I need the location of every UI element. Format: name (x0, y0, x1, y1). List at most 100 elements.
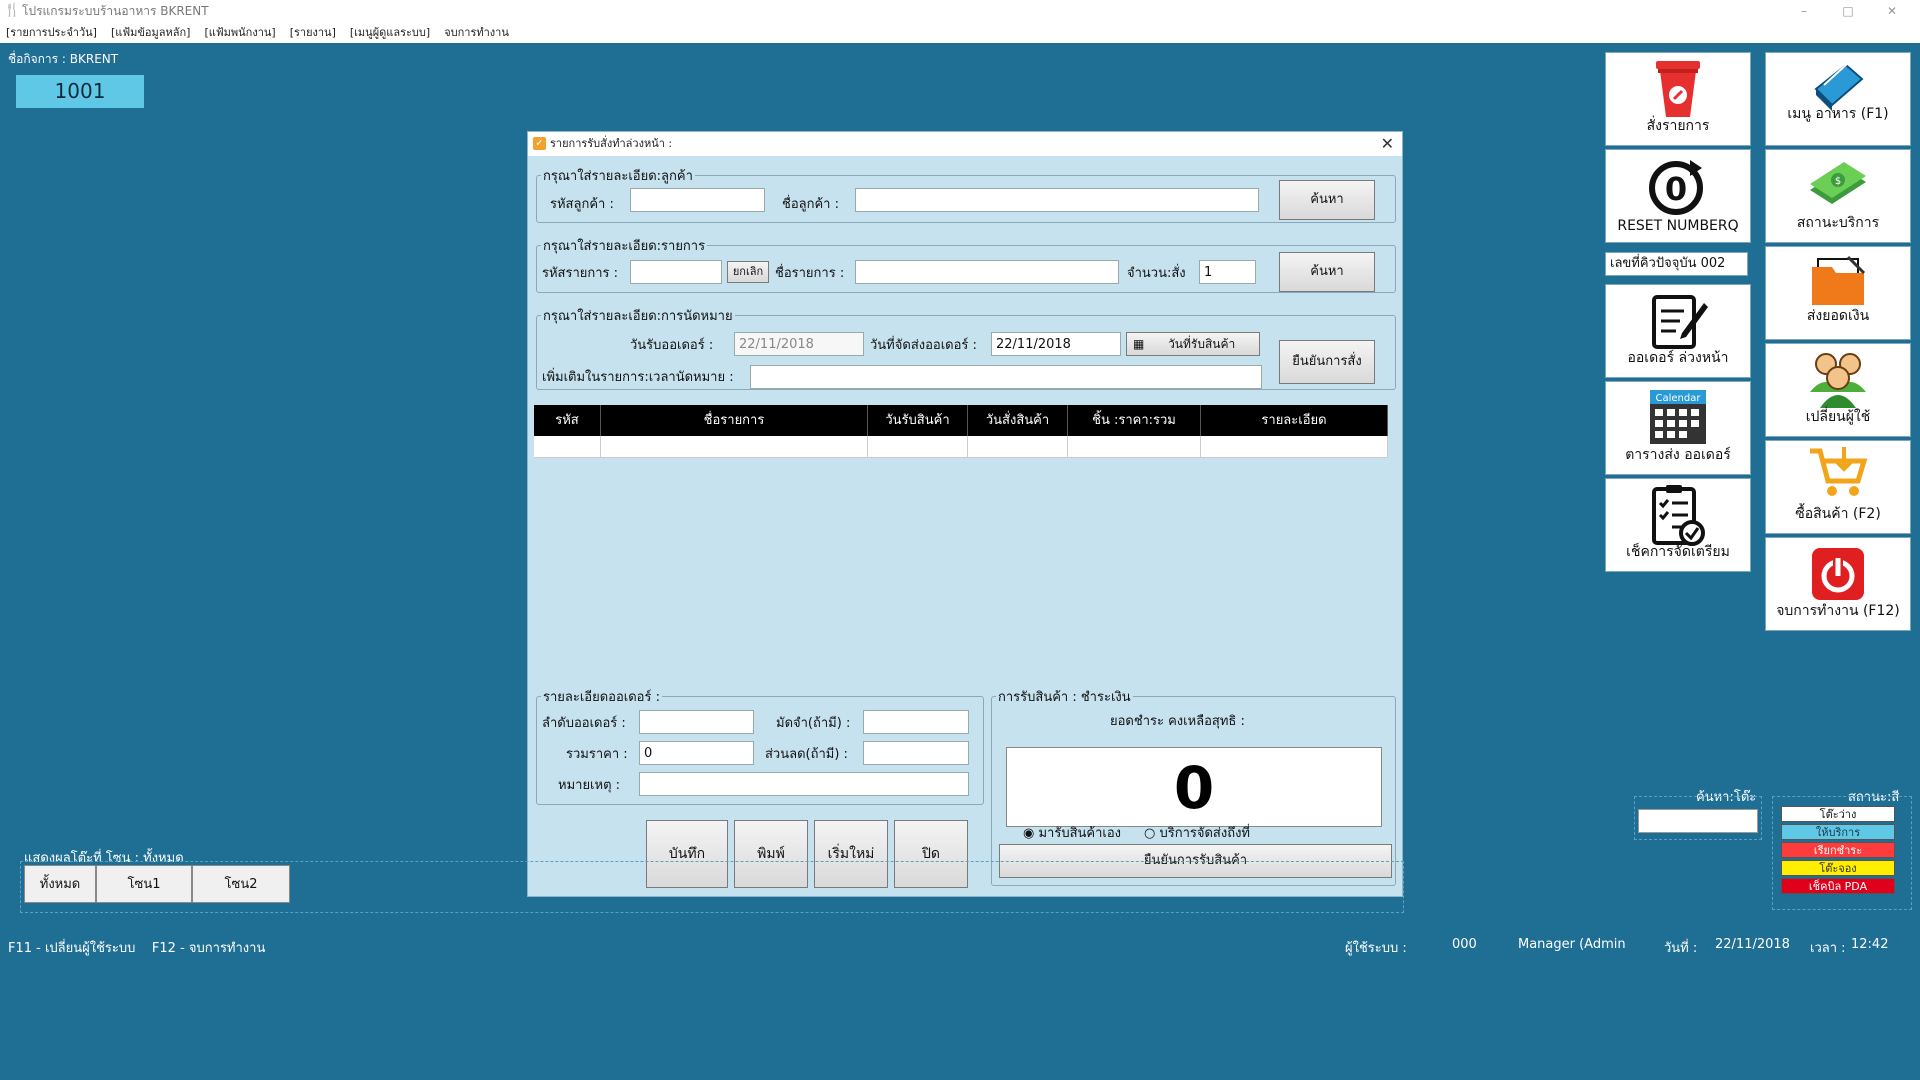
balance-display: 0 (1006, 747, 1382, 827)
delivery-service-radio[interactable]: ○ บริการจัดส่งถึงที่ (1144, 822, 1250, 843)
calendar-small-icon: ▦ (1133, 337, 1145, 351)
send-money-tile[interactable]: ส่งยอดเงิน (1765, 246, 1911, 340)
menu-item-master-data[interactable]: [แฟ้มข้อมูลหลัก] (111, 22, 190, 43)
delivery-schedule-label: ตารางส่ง ออเดอร์ (1625, 447, 1731, 463)
folder-document-icon (1812, 255, 1866, 305)
service-status-label: สถานะบริการ (1796, 215, 1880, 231)
close-window-button[interactable]: ✕ (1870, 0, 1914, 22)
food-menu-tile[interactable]: เมนู อาหาร (F1) (1765, 52, 1911, 146)
item-code-input[interactable] (630, 260, 722, 284)
menu-bar: [รายการประจำวัน] [แฟ้มข้อมูลหลัก] [แฟ้มพ… (0, 22, 1920, 43)
legend-pda-bill: เช็คบิล PDA (1781, 878, 1895, 894)
money-stack-icon: $ (1810, 162, 1866, 204)
check-prep-tile[interactable]: เช็คการจัดเตรียม (1605, 478, 1751, 572)
item-name-input[interactable] (855, 260, 1119, 284)
deliver-date-label: วันที่จัดส่งออเดอร์ : (870, 338, 977, 353)
date-label: วันที่ : (1664, 941, 1698, 956)
confirm-order-button[interactable]: ยืนยันการสั่ง (1279, 340, 1375, 384)
item-search-button[interactable]: ค้นหา (1279, 252, 1375, 292)
user-label: ผู้ใช้ระบบ : (1345, 941, 1407, 956)
discount-label: ส่วนลด(ถ้ามี) : (765, 747, 848, 762)
deposit-input[interactable] (863, 710, 969, 734)
shortcut-hints: F11 - เปลี่ยนผู้ใช้ระบบ F12 - จบการทำงาน (8, 941, 266, 956)
window-title: โปรแกรมระบบร้านอาหาร BKRENT (22, 4, 209, 18)
zone-2-button[interactable]: โซน2 (192, 865, 290, 903)
table-number-badge[interactable]: 1001 (16, 75, 144, 108)
item-name-label: ชื่อรายการ : (775, 266, 845, 281)
discount-input[interactable] (863, 741, 969, 765)
appointment-legend: กรุณาใส่รายละเอียด:การนัดหมาย (543, 309, 733, 324)
exit-tile[interactable]: จบการทำงาน (F12) (1765, 537, 1911, 631)
col-receive-date[interactable]: วันรับสินค้า (868, 405, 968, 436)
total-price-input[interactable] (639, 741, 754, 765)
zone-all-button[interactable]: ทั้งหมด (24, 865, 96, 903)
time-label: เวลา : (1810, 941, 1846, 956)
receive-date-label: วันรับออเดอร์ : (630, 338, 714, 353)
col-qty-price[interactable]: ชิ้น :ราคา:รวม (1068, 405, 1201, 436)
reset-numberq-label: RESET NUMBERQ (1617, 218, 1739, 234)
table-row[interactable] (534, 436, 1388, 458)
dialog-title: รายการรับสั่งทำล่วงหน้า : (550, 137, 673, 150)
reset-numberq-tile[interactable]: 0 RESET NUMBERQ (1605, 149, 1751, 243)
item-cancel-button[interactable]: ยกเลิก (727, 261, 769, 283)
svg-text:0: 0 (1665, 170, 1687, 208)
check-prep-label: เช็คการจัดเตรียม (1626, 544, 1730, 560)
user-code: 000 (1452, 937, 1477, 952)
food-menu-label: เมนู อาหาร (F1) (1787, 106, 1889, 122)
legend-serving: ให้บริการ (1781, 824, 1895, 840)
remark-input[interactable] (639, 772, 969, 796)
payment-legend: การรับสินค้า : ชำระเงิน (998, 690, 1131, 705)
radio-unchecked-icon: ○ (1144, 826, 1156, 841)
pickup-self-label: มารับสินค้าเอง (1038, 826, 1122, 841)
col-details[interactable]: รายละเอียด (1201, 405, 1388, 436)
menu-item-reports[interactable]: [รายงาน] (290, 22, 336, 43)
deposit-label: มัดจำ(ถ้ามี) : (776, 716, 851, 731)
menu-item-admin[interactable]: [เมนูผู้ดูแลระบบ] (350, 22, 430, 43)
service-status-tile[interactable]: $ สถานะบริการ (1765, 149, 1911, 243)
advance-order-label: ออเดอร์ ล่วงหน้า (1627, 350, 1729, 366)
current-queue-number: เลขที่คิวปัจจุบัน 002 (1605, 252, 1748, 276)
customer-code-input[interactable] (630, 188, 765, 212)
shopping-cart-icon (1810, 447, 1868, 496)
business-name: ชื่อกิจการ : BKRENT (8, 52, 119, 66)
appointment-note-label: เพิ่มเติมในรายการ:เวลานัดหมาย : (542, 370, 734, 385)
customer-name-input[interactable] (855, 188, 1259, 212)
dialog-close-button[interactable]: ✕ (1381, 133, 1394, 155)
change-user-tile[interactable]: เปลี่ยนผู้ใช้ (1765, 343, 1911, 437)
order-seq-input[interactable] (639, 710, 754, 734)
table-search-input[interactable] (1638, 809, 1758, 833)
coffee-cup-icon (1656, 61, 1700, 117)
pickup-date-button[interactable]: ▦ วันที่รับสินค้า (1126, 332, 1260, 356)
minimize-button[interactable]: – (1782, 0, 1826, 22)
menu-item-daily[interactable]: [รายการประจำวัน] (6, 22, 97, 43)
advance-order-tile[interactable]: ออเดอร์ ล่วงหน้า (1605, 284, 1751, 378)
pickup-self-radio[interactable]: ◉ มารับสินค้าเอง (1023, 822, 1121, 843)
power-icon (1812, 548, 1864, 600)
col-code[interactable]: รหัส (534, 405, 601, 436)
menu-item-employees[interactable]: [แฟ้มพนักงาน] (204, 22, 275, 43)
item-qty-input[interactable] (1199, 260, 1256, 284)
advance-order-dialog: ✓ รายการรับสั่งทำล่วงหน้า : ✕ กรุณาใส่รา… (527, 131, 1403, 897)
reset-counter-icon: 0 (1649, 160, 1703, 215)
fork-knife-icon: 🍴 (4, 3, 21, 18)
legend-payment-call: เรียกชำระ (1781, 842, 1895, 858)
appointment-note-input[interactable] (750, 365, 1262, 389)
order-tile[interactable]: สั่งรายการ (1605, 52, 1751, 146)
receive-date-input[interactable] (734, 332, 864, 356)
send-money-label: ส่งยอดเงิน (1806, 308, 1870, 324)
customer-search-button[interactable]: ค้นหา (1279, 180, 1375, 220)
deliver-date-input[interactable] (991, 332, 1121, 356)
delivery-schedule-tile[interactable]: Calendar ตารางส่ง ออเดอร์ (1605, 381, 1751, 475)
buy-goods-tile[interactable]: ซื้อสินค้า (F2) (1765, 440, 1911, 534)
zone-1-button[interactable]: โซน1 (96, 865, 192, 903)
col-order-date[interactable]: วันสั่งสินค้า (968, 405, 1068, 436)
svg-text:$: $ (1835, 176, 1841, 187)
exit-label: จบการทำงาน (F12) (1776, 603, 1900, 619)
menu-item-exit[interactable]: จบการทำงาน (444, 22, 509, 43)
col-item-name[interactable]: ชื่อรายการ (601, 405, 868, 436)
change-user-label: เปลี่ยนผู้ใช้ (1805, 409, 1871, 425)
customer-legend: กรุณาใส่รายละเอียด:ลูกค้า (543, 169, 693, 184)
maximize-button[interactable]: □ (1826, 0, 1870, 22)
customer-name-label: ชื่อลูกค้า : (782, 197, 839, 212)
radio-checked-icon: ◉ (1023, 826, 1035, 841)
